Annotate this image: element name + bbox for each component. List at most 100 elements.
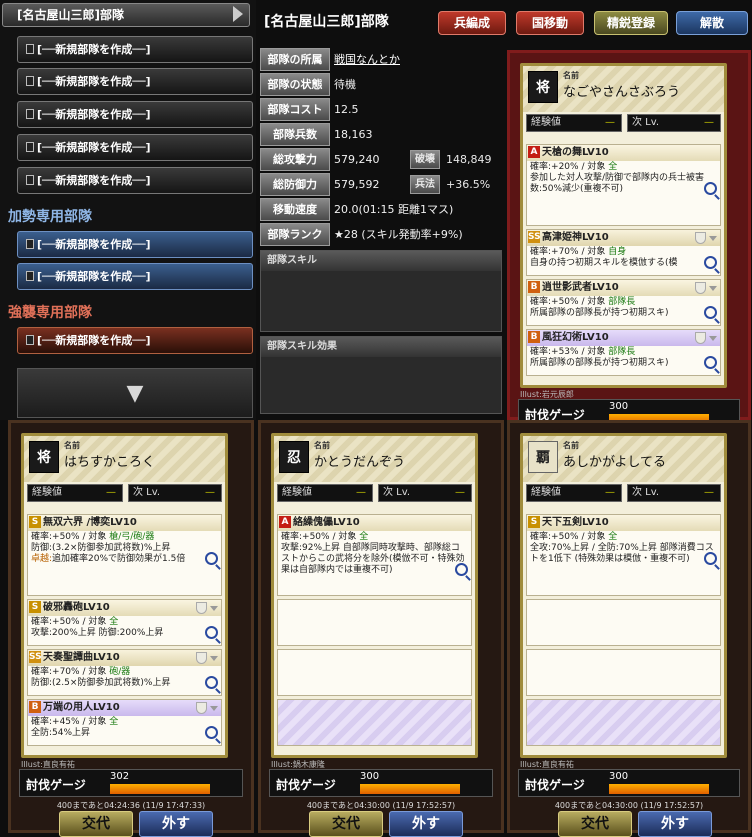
officer-name: なごやさんさぶろう xyxy=(563,85,681,100)
move-country-button[interactable]: 国移動 xyxy=(516,11,584,35)
create-unit-button[interactable]: [──新規部隊を作成──] xyxy=(17,167,253,194)
unit-label: [──新規部隊を作成──] xyxy=(37,43,151,56)
skill-title: 万端の用人LV10 xyxy=(43,702,120,713)
name-label: 名前 xyxy=(563,71,579,80)
gauge-timer: 400まであと04:30:00 (11/9 17:52:57) xyxy=(510,800,748,811)
remove-button[interactable]: 外す xyxy=(389,811,463,837)
skill-desc: 所属部隊の部隊長が持つ初期スキ) xyxy=(530,308,669,318)
skill-target: 全 xyxy=(109,617,119,627)
skill-rate: 確率:+50% xyxy=(31,532,80,542)
name-label: 名前 xyxy=(314,441,330,450)
tactics-value: +36.5% xyxy=(446,178,491,191)
chevron-down-icon[interactable] xyxy=(210,706,218,711)
skill-block[interactable]: A 絡繰傀儡LV10 確率:+50% / 対象 全攻撃:92%上昇 自部隊同時攻撃時… xyxy=(277,514,472,596)
magnifier-icon[interactable] xyxy=(704,182,717,195)
skill-block[interactable]: SS高津姫神LV10 確率:+70% / 対象 自身 自身の持つ初期スキルを模倣する… xyxy=(526,229,721,276)
create-raid-unit-button[interactable]: [──新規部隊を作成──] xyxy=(17,327,253,354)
magnifier-icon[interactable] xyxy=(205,726,218,739)
swap-button[interactable]: 交代 xyxy=(59,811,133,837)
skill-title: 風狂幻術LV10 xyxy=(542,332,609,343)
scroll-down-button[interactable]: ▼ xyxy=(17,368,253,418)
skill-block[interactable]: S 天下五剣LV10 確率:+50% / 対象 全全攻:70%上昇 / 全防:70%… xyxy=(526,514,721,596)
officer-card[interactable]: 将名前 なごやさんさぶろう 経験値 — 次 Lv. — A 天槍の舞LV10 確率:+20% /… xyxy=(520,63,727,388)
skill-block[interactable]: S 無双六界 /博奕LV10 確率:+50% / 対象 槍/弓/砲/器 防御:(3.2… xyxy=(27,514,222,596)
skill-block[interactable]: SS天奏聖譚曲LV10 確率:+70% / 対象 砲/器 防御:(2.5×防御参加武… xyxy=(27,649,222,696)
remove-button[interactable]: 外す xyxy=(139,811,213,837)
speed-value: 20.0(01:15 距離1マス) xyxy=(334,203,454,216)
gauge-label: 討伐ゲージ xyxy=(525,778,585,792)
elite-register-button[interactable]: 精鋭登録 xyxy=(594,11,668,35)
chevron-down-icon[interactable] xyxy=(709,236,717,241)
skill-block[interactable]: B 万端の用人LV10 確率:+45% / 対象 全全防:54%上昇 xyxy=(27,699,222,746)
unit-list-panel: [名古屋山三郎]部隊 [──新規部隊を作成──] [──新規部隊を作成──] [… xyxy=(0,0,256,420)
magnifier-icon[interactable] xyxy=(704,256,717,269)
chevron-down-icon[interactable] xyxy=(709,336,717,341)
create-unit-button[interactable]: [──新規部隊を作成──] xyxy=(17,68,253,95)
exp-label: 経験値 xyxy=(32,487,62,498)
skill-desc: 全攻:70%上昇 / 全防:70%上昇 部隊消費コストを1低下 (特殊効果は模倣… xyxy=(530,543,714,564)
empty-skill-slot[interactable] xyxy=(277,649,472,696)
gauge-bar xyxy=(360,784,460,794)
defense-label: 総防御力 xyxy=(260,173,330,196)
skill-body: 確率:+50% / 対象 部隊長 所属部隊の部隊長が持つ初期スキ) xyxy=(527,296,720,320)
destroy-value: 148,849 xyxy=(446,153,492,166)
swap-button[interactable]: 交代 xyxy=(309,811,383,837)
skill-block[interactable]: A 天槍の舞LV10 確率:+20% / 対象 全参加した対人攻撃/防御で部隊内の兵… xyxy=(526,144,721,226)
empty-skill-slot[interactable] xyxy=(277,699,472,746)
gauge-label: 討伐ゲージ xyxy=(276,778,336,792)
card-header: 将名前 はちすかころく xyxy=(24,436,225,482)
skill-target-label: / 対象 xyxy=(82,717,107,727)
unit-label: [──新規部隊を作成──] xyxy=(37,141,151,154)
create-support-unit-button[interactable]: [──新規部隊を作成──] xyxy=(17,263,253,290)
chevron-down-icon[interactable] xyxy=(210,606,218,611)
info-row-cost: 部隊コスト 12.5 xyxy=(260,98,502,121)
create-support-unit-button[interactable]: [──新規部隊を作成──] xyxy=(17,231,253,258)
disband-button[interactable]: 解散 xyxy=(676,11,748,35)
affiliation-link[interactable]: 戦国なんとか xyxy=(334,53,400,66)
tactics-label: 兵法 xyxy=(410,175,440,194)
magnifier-icon[interactable] xyxy=(704,306,717,319)
officer-card[interactable]: 忍名前 かとうだんぞう 経験値 — 次 Lv. — A 絡繰傀儡LV10 確率:+50% / 対… xyxy=(271,433,478,758)
next-level-field: 次 Lv. — xyxy=(627,484,721,502)
empty-skill-slot[interactable] xyxy=(277,599,472,646)
magnifier-icon[interactable] xyxy=(205,626,218,639)
empty-skill-slot[interactable] xyxy=(526,599,721,646)
skill-grade-icon: A xyxy=(528,146,540,158)
skill-block[interactable]: B 風狂幻術LV10 確率:+53% / 対象 部隊長 所属部隊の部隊長が持つ初期スキ… xyxy=(526,329,721,376)
exp-value: — xyxy=(356,487,366,498)
magnifier-icon[interactable] xyxy=(455,563,468,576)
skill-target: 砲/器 xyxy=(109,667,131,677)
unit-skill-box: 部隊スキル xyxy=(260,250,502,332)
support-section-title: 加勢専用部隊 xyxy=(8,209,92,225)
skill-block[interactable]: S 破邪轟砲LV10 確率:+50% / 対象 全攻撃:200%上昇 防御:200%… xyxy=(27,599,222,646)
remove-button[interactable]: 外す xyxy=(638,811,712,837)
form-troops-button[interactable]: 兵編成 xyxy=(438,11,506,35)
chevron-down-icon[interactable] xyxy=(210,656,218,661)
skill-block[interactable]: B 逍世影武者LV10 確率:+50% / 対象 部隊長 所属部隊の部隊長が持つ初期ス… xyxy=(526,279,721,326)
empty-skill-slot[interactable] xyxy=(526,699,721,746)
skill-desc: 全防:54%上昇 xyxy=(31,728,91,738)
empty-skill-slot[interactable] xyxy=(526,649,721,696)
next-level-label: 次 Lv. xyxy=(383,487,411,498)
skill-grade-icon: S xyxy=(29,601,41,613)
skill-title: 高津姫神LV10 xyxy=(542,232,609,243)
rank-value: ★28 (スキル発動率+9%) xyxy=(334,228,463,241)
exp-label: 経験値 xyxy=(531,117,561,128)
magnifier-icon[interactable] xyxy=(205,552,218,565)
skill-grade-icon: B xyxy=(528,331,540,343)
officer-card[interactable]: 将名前 はちすかころく 経験値 — 次 Lv. — S 無双六界 /博奕LV10 確率:+50%… xyxy=(21,433,228,758)
magnifier-icon[interactable] xyxy=(704,356,717,369)
gauge-timer-value: 04:30:00 (11/9 17:52:57) xyxy=(354,801,456,810)
rank-badge-icon: 忍 xyxy=(279,441,309,473)
skill-target: 部隊長 xyxy=(608,347,636,357)
create-unit-button[interactable]: [──新規部隊を作成──] xyxy=(17,134,253,161)
officer-card[interactable]: 覇名前 あしかがよしてる 経験値 — 次 Lv. — S 天下五剣LV10 確率:+50% / … xyxy=(520,433,727,758)
swap-button[interactable]: 交代 xyxy=(558,811,632,837)
exp-field: 経験値 — xyxy=(526,114,622,132)
magnifier-icon[interactable] xyxy=(205,676,218,689)
create-unit-button[interactable]: [──新規部隊を作成──] xyxy=(17,101,253,128)
magnifier-icon[interactable] xyxy=(704,552,717,565)
current-unit-header[interactable]: [名古屋山三郎]部隊 xyxy=(2,3,250,27)
chevron-down-icon[interactable] xyxy=(709,286,717,291)
create-unit-button[interactable]: [──新規部隊を作成──] xyxy=(17,36,253,63)
